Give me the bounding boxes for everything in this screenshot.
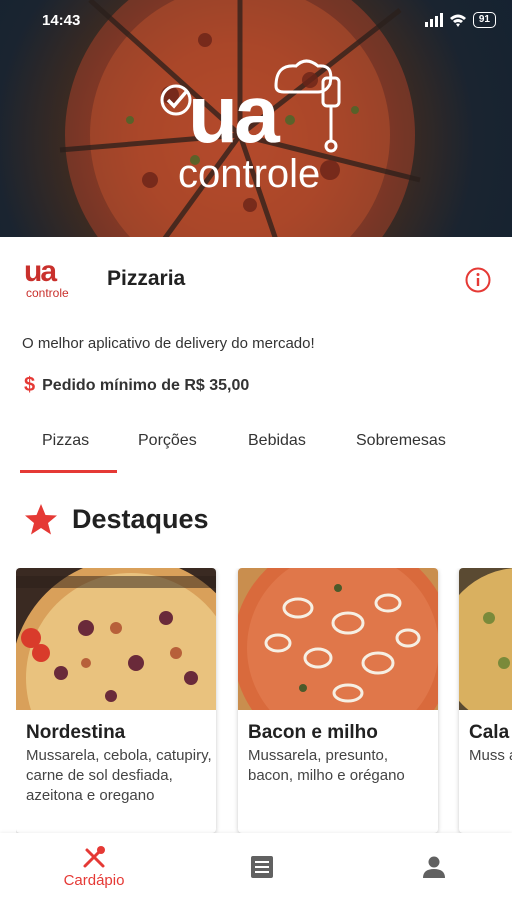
highlights-carousel[interactable]: Nordestina Mussarela, cebola, catupiry, … [16, 568, 512, 833]
status-icons: 91 [424, 12, 496, 28]
info-icon [465, 267, 491, 293]
store-header: ua controle Pizzaria [20, 255, 492, 304]
nav-profile[interactable] [406, 833, 462, 900]
highlights-header: Destaques [24, 503, 209, 535]
store-tagline: O melhor aplicativo de delivery do merca… [22, 335, 315, 352]
signal-icon [424, 13, 443, 27]
store-logo-sub: controle [26, 286, 69, 300]
category-tabs: Pizzas Porções Bebidas Sobremesas [0, 420, 512, 474]
product-name: Bacon e milho [248, 722, 378, 743]
product-name: Cala [469, 722, 510, 743]
tab-pizzas[interactable]: Pizzas [42, 432, 89, 450]
pizza-image-nordestina [16, 568, 216, 710]
hero-banner: 14:43 91 ua controle [0, 0, 512, 237]
bottom-navigation: Cardápio [0, 833, 512, 900]
highlights-title: Destaques [72, 503, 209, 534]
product-image [238, 568, 438, 710]
hero-logo-sub: controle [178, 152, 321, 196]
status-time: 14:43 [42, 12, 81, 29]
tab-sobremesas[interactable]: Sobremesas [356, 432, 446, 450]
pizza-image-bacon-milho [238, 568, 438, 710]
nav-cardapio-label: Cardápio [63, 872, 125, 889]
person-icon [423, 856, 445, 878]
product-image [459, 568, 512, 710]
wifi-icon [449, 14, 466, 27]
product-description: Mussarela, cebola, catupiry, carne de so… [26, 747, 212, 804]
store-name: Pizzaria [107, 267, 186, 290]
product-card[interactable]: Nordestina Mussarela, cebola, catupiry, … [16, 568, 216, 833]
product-image [16, 568, 216, 710]
status-bar: 14:43 91 [0, 0, 512, 44]
hero-logo-word: ua [188, 69, 280, 160]
hero-logo: ua controle [158, 58, 358, 198]
nav-orders[interactable] [234, 833, 290, 900]
store-logo: ua controle [20, 255, 86, 304]
pizza-image-calabresa [459, 568, 512, 710]
battery-indicator: 91 [472, 12, 496, 28]
info-button[interactable] [464, 266, 492, 294]
tab-porcoes[interactable]: Porções [138, 432, 197, 450]
receipt-icon [251, 855, 273, 878]
cutlery-icon [83, 846, 105, 868]
tab-bebidas[interactable]: Bebidas [248, 432, 306, 450]
minimum-order-text: Pedido mínimo de R$ 35,00 [42, 376, 250, 394]
minimum-order: $ Pedido mínimo de R$ 35,00 [24, 374, 249, 397]
product-card[interactable]: Bacon e milho Mussarela, presunto, bacon… [238, 568, 438, 833]
product-description: Mussarela, presunto, bacon, milho e orég… [248, 747, 405, 784]
product-card[interactable]: Cala Muss azeito [459, 568, 512, 833]
nav-cardapio[interactable]: Cardápio [52, 833, 136, 900]
star-icon [25, 504, 57, 535]
product-name: Nordestina [26, 722, 126, 743]
dollar-icon: $ [24, 374, 36, 396]
store-logo-word: ua [24, 255, 57, 288]
active-tab-indicator [20, 470, 117, 473]
product-description: Muss azeito [469, 747, 512, 764]
